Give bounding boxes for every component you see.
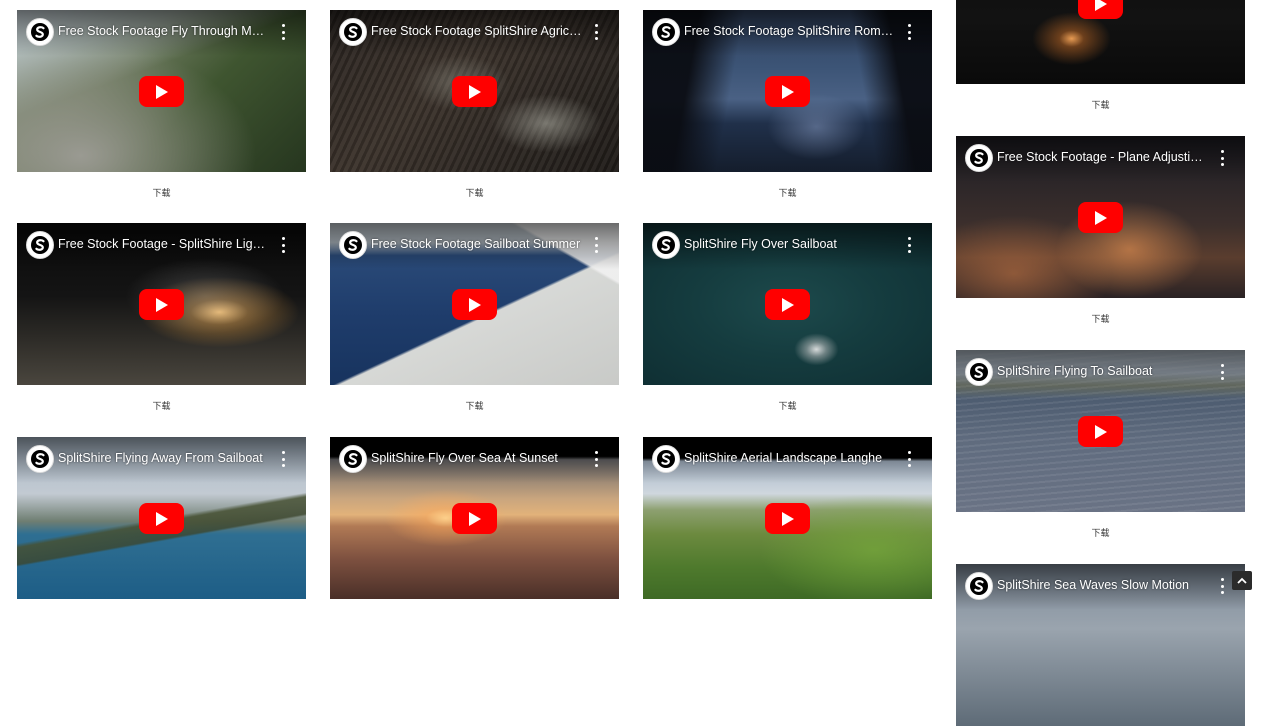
scroll-to-top-button[interactable] — [1232, 571, 1252, 590]
youtube-play-icon[interactable] — [1078, 202, 1123, 233]
youtube-play-icon[interactable] — [139, 76, 184, 107]
youtube-play-icon[interactable] — [452, 76, 497, 107]
video-player[interactable]: SplitShire Fly Over Sailboat — [643, 223, 932, 385]
video-title[interactable]: Free Stock Footage Sailboat Summer — [371, 236, 583, 252]
channel-logo-icon[interactable] — [652, 18, 680, 46]
channel-logo-icon[interactable] — [339, 231, 367, 259]
download-link[interactable]: 下载 — [330, 188, 619, 200]
channel-logo-icon[interactable] — [965, 572, 993, 600]
channel-logo-icon[interactable] — [26, 18, 54, 46]
more-vertical-icon[interactable] — [1217, 150, 1227, 166]
youtube-play-icon[interactable] — [1078, 0, 1123, 19]
video-card: Free Stock Footage SplitShire Roman... 下… — [643, 10, 932, 199]
channel-logo-icon[interactable] — [652, 231, 680, 259]
video-card: Free Stock Footage SplitShire Agricul...… — [330, 10, 619, 199]
video-title[interactable]: SplitShire Fly Over Sea At Sunset — [371, 450, 583, 466]
channel-logo-icon[interactable] — [652, 445, 680, 473]
more-vertical-icon[interactable] — [1217, 364, 1227, 380]
video-card: SplitShire Flying To Sailboat 下载 — [956, 350, 1245, 539]
video-card: SplitShire Flying Away From Sailboat — [17, 437, 306, 599]
download-link[interactable]: 下载 — [330, 401, 619, 413]
video-player[interactable]: SplitShire Sea Waves Slow Motion — [956, 564, 1245, 726]
video-title[interactable]: SplitShire Sea Waves Slow Motion — [997, 577, 1209, 593]
video-player[interactable]: Free Stock Footage SplitShire Agricul... — [330, 10, 619, 172]
channel-logo-icon[interactable] — [965, 358, 993, 386]
more-vertical-icon[interactable] — [278, 237, 288, 253]
video-player[interactable]: SplitShire Flying To Sailboat — [956, 350, 1245, 512]
video-title[interactable]: Free Stock Footage SplitShire Agricul... — [371, 23, 583, 39]
video-title[interactable]: Free Stock Footage - SplitShire Light ..… — [58, 236, 270, 252]
video-card: 下载 — [956, 0, 1245, 111]
more-vertical-icon[interactable] — [904, 24, 914, 40]
more-vertical-icon[interactable] — [591, 237, 601, 253]
youtube-play-icon[interactable] — [765, 289, 810, 320]
youtube-play-icon[interactable] — [452, 503, 497, 534]
video-title[interactable]: SplitShire Aerial Landscape Langhe — [684, 450, 896, 466]
download-link[interactable]: 下载 — [956, 528, 1245, 540]
channel-logo-icon[interactable] — [26, 445, 54, 473]
download-link[interactable]: 下载 — [643, 188, 932, 200]
chevron-up-icon — [1237, 577, 1247, 584]
video-player[interactable]: Free Stock Footage Sailboat Summer — [330, 223, 619, 385]
video-card: SplitShire Sea Waves Slow Motion — [956, 564, 1245, 726]
youtube-play-icon[interactable] — [1078, 416, 1123, 447]
more-vertical-icon[interactable] — [1217, 578, 1227, 594]
video-player[interactable]: Free Stock Footage SplitShire Roman... — [643, 10, 932, 172]
more-vertical-icon[interactable] — [904, 451, 914, 467]
video-player[interactable]: SplitShire Aerial Landscape Langhe — [643, 437, 932, 599]
video-title[interactable]: SplitShire Fly Over Sailboat — [684, 236, 896, 252]
more-vertical-icon[interactable] — [904, 237, 914, 253]
download-link[interactable]: 下载 — [956, 100, 1245, 112]
youtube-play-icon[interactable] — [765, 503, 810, 534]
video-player[interactable]: SplitShire Flying Away From Sailboat — [17, 437, 306, 599]
youtube-play-icon[interactable] — [139, 289, 184, 320]
channel-logo-icon[interactable] — [339, 18, 367, 46]
youtube-play-icon[interactable] — [452, 289, 497, 320]
video-player[interactable] — [956, 0, 1245, 84]
video-card: Free Stock Footage Sailboat Summer 下载 — [330, 223, 619, 412]
video-card: Free Stock Footage Fly Through Mou... 下载 — [17, 10, 306, 199]
video-card: SplitShire Fly Over Sailboat 下载 — [643, 223, 932, 412]
video-player[interactable]: Free Stock Footage - SplitShire Light ..… — [17, 223, 306, 385]
video-title[interactable]: Free Stock Footage Fly Through Mou... — [58, 23, 270, 39]
channel-logo-icon[interactable] — [26, 231, 54, 259]
channel-logo-icon[interactable] — [965, 144, 993, 172]
youtube-play-icon[interactable] — [765, 76, 810, 107]
download-link[interactable]: 下载 — [17, 401, 306, 413]
download-link[interactable]: 下载 — [17, 188, 306, 200]
video-card: SplitShire Fly Over Sea At Sunset — [330, 437, 619, 599]
video-card: Free Stock Footage - Plane Adjusting ...… — [956, 136, 1245, 325]
video-title[interactable]: SplitShire Flying Away From Sailboat — [58, 450, 270, 466]
video-player[interactable]: Free Stock Footage - Plane Adjusting ... — [956, 136, 1245, 298]
video-card: Free Stock Footage - SplitShire Light ..… — [17, 223, 306, 412]
download-link[interactable]: 下载 — [956, 314, 1245, 326]
youtube-play-icon[interactable] — [139, 503, 184, 534]
video-title[interactable]: Free Stock Footage SplitShire Roman... — [684, 23, 896, 39]
video-card: SplitShire Aerial Landscape Langhe — [643, 437, 932, 599]
video-title[interactable]: Free Stock Footage - Plane Adjusting ... — [997, 149, 1209, 165]
more-vertical-icon[interactable] — [591, 451, 601, 467]
video-player[interactable]: SplitShire Fly Over Sea At Sunset — [330, 437, 619, 599]
more-vertical-icon[interactable] — [591, 24, 601, 40]
channel-logo-icon[interactable] — [339, 445, 367, 473]
more-vertical-icon[interactable] — [278, 451, 288, 467]
more-vertical-icon[interactable] — [278, 24, 288, 40]
video-player[interactable]: Free Stock Footage Fly Through Mou... — [17, 10, 306, 172]
download-link[interactable]: 下载 — [643, 401, 932, 413]
video-title[interactable]: SplitShire Flying To Sailboat — [997, 363, 1209, 379]
